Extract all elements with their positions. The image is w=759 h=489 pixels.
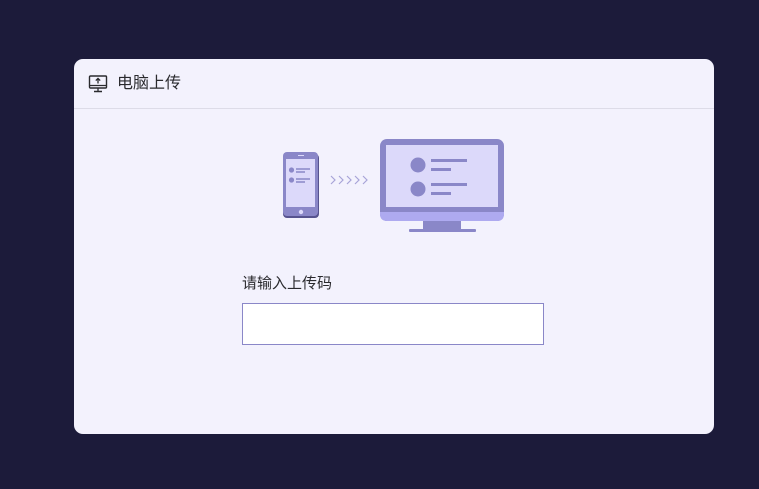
- upload-dialog: 电脑上传 请输入上传码: [74, 59, 714, 434]
- phone-to-computer-illustration: [279, 138, 509, 238]
- smartphone-icon: [283, 152, 319, 218]
- chevrons-right-icon: [330, 175, 368, 185]
- dialog-title: 电脑上传: [117, 73, 182, 92]
- desktop-monitor-icon: [380, 139, 504, 232]
- dialog-header: 电脑上传: [74, 59, 714, 109]
- upload-code-label: 请输入上传码: [242, 274, 333, 292]
- monitor-upload-icon: [88, 74, 108, 94]
- upload-code-input[interactable]: [242, 303, 544, 345]
